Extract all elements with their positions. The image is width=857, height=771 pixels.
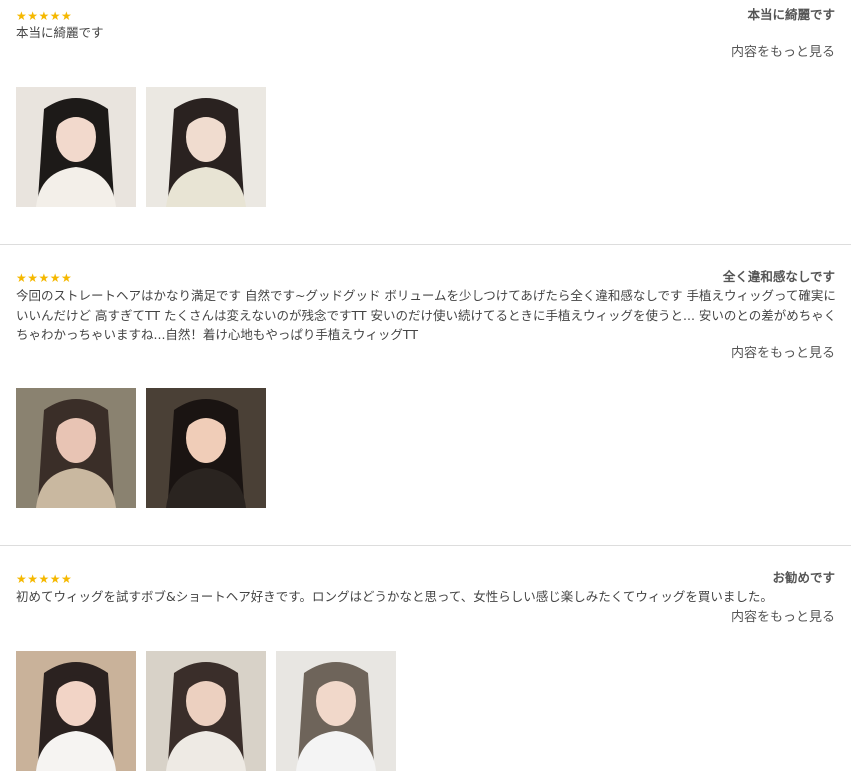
divider xyxy=(0,244,851,245)
review-body: 本当に綺麗です xyxy=(16,25,104,40)
review-photos xyxy=(16,87,266,207)
divider xyxy=(0,545,851,546)
review-title: 本当に綺麗です xyxy=(747,7,835,22)
review-photo[interactable] xyxy=(276,651,396,771)
review-photo[interactable] xyxy=(146,388,266,508)
review-photos xyxy=(16,651,396,771)
photo-woman-room-plants xyxy=(146,651,266,771)
photo-woman-cream-jacket xyxy=(146,87,266,207)
star-rating: ★★★★★ xyxy=(16,9,73,23)
review-title: 全く違和感なしです xyxy=(722,269,835,284)
review-photos xyxy=(16,388,266,508)
photo-woman-long-black-hair-mirror xyxy=(16,87,136,207)
review-photo[interactable] xyxy=(16,651,136,771)
photo-person-lying-short-hair xyxy=(16,388,136,508)
review-photo[interactable] xyxy=(16,388,136,508)
review-body: 今回のストレートヘアはかなり満足です 自然です~グッドグッド ボリュームを少しつ… xyxy=(16,288,837,342)
review-photo[interactable] xyxy=(146,651,266,771)
star-rating: ★★★★★ xyxy=(16,572,73,586)
review-photo[interactable] xyxy=(146,87,266,207)
show-more-link[interactable]: 内容をもっと見る xyxy=(731,609,835,627)
photo-woman-long-hair-dark-room xyxy=(146,388,266,508)
review-title: お勧めです xyxy=(772,570,835,585)
show-more-link[interactable]: 内容をもっと見る xyxy=(731,44,835,62)
review-body: 初めてウィッグを試すボブ&ショートヘア好きです。ロングはどうかなと思って、女性ら… xyxy=(16,589,773,604)
star-rating: ★★★★★ xyxy=(16,271,73,285)
photo-woman-bob-guitar xyxy=(16,651,136,771)
show-more-link[interactable]: 内容をもっと見る xyxy=(731,345,835,363)
photo-woman-long-ash-hair xyxy=(276,651,396,771)
review-photo[interactable] xyxy=(16,87,136,207)
